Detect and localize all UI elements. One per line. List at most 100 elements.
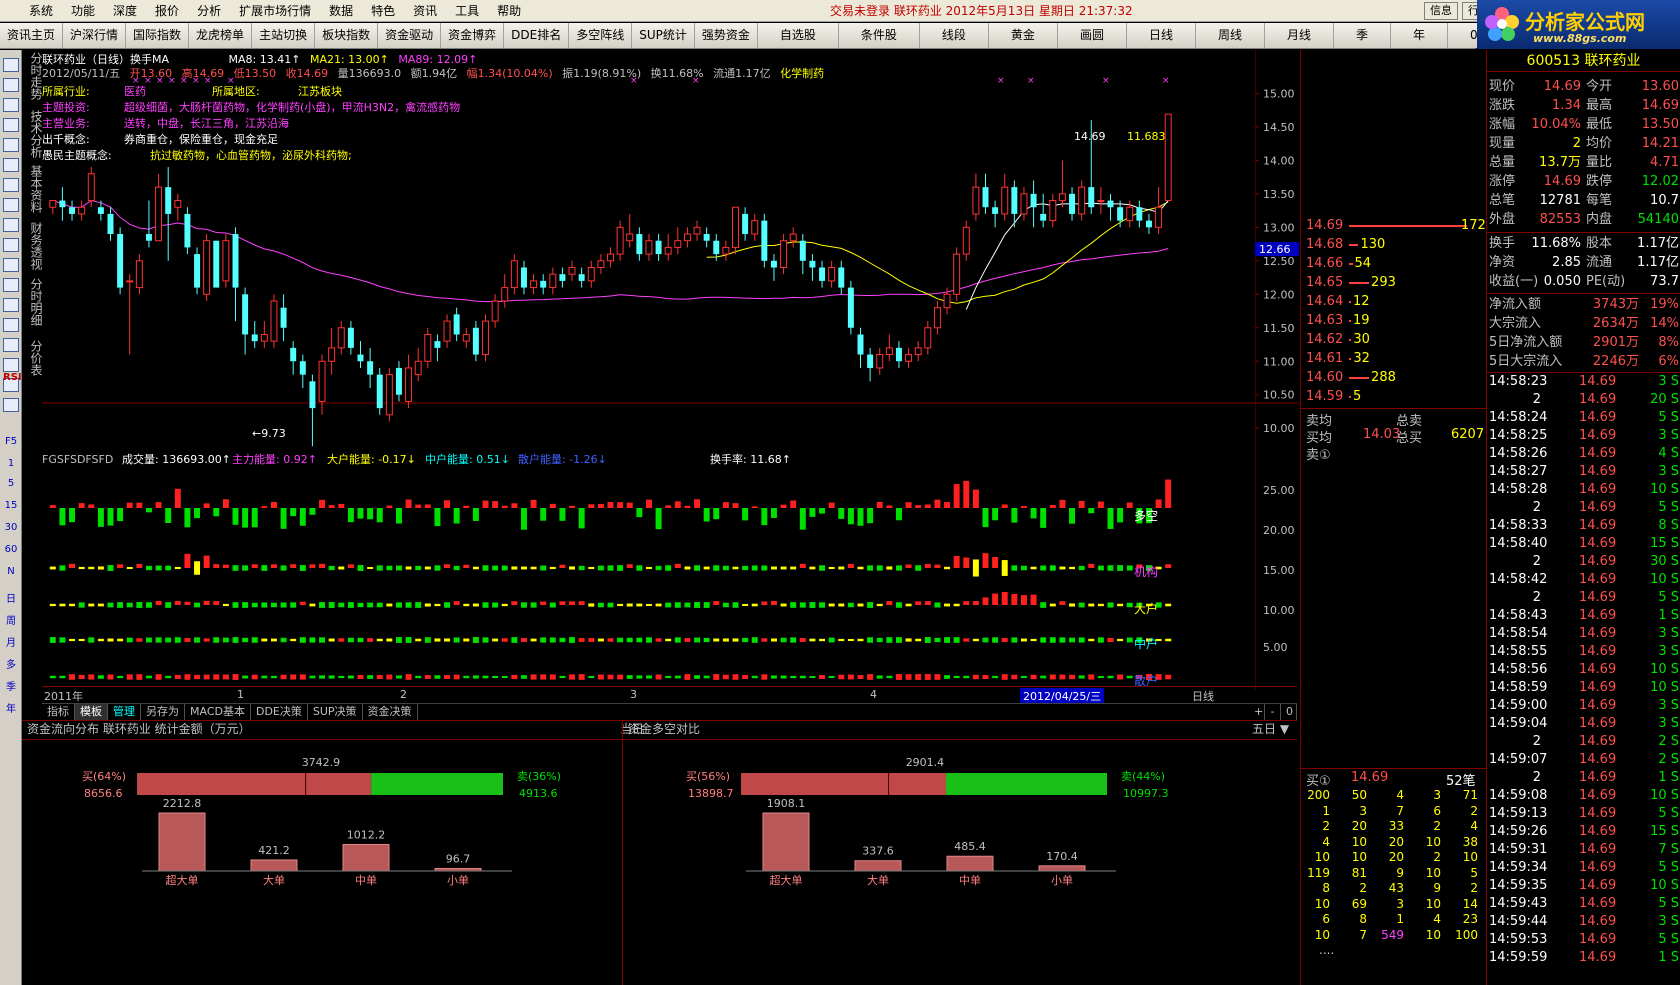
tool-label-8[interactable]: 日 bbox=[3, 590, 19, 605]
side-tab-2[interactable]: 基本资料 bbox=[22, 165, 43, 213]
tool-icon-6[interactable] bbox=[3, 178, 19, 192]
menu-item-1[interactable]: 功能 bbox=[62, 0, 104, 22]
tab-1[interactable]: 沪深行情 bbox=[63, 23, 127, 48]
tool-label-0[interactable]: RSI bbox=[3, 372, 22, 383]
tab-9[interactable]: 多空阵线 bbox=[569, 23, 633, 48]
tool-icon-0[interactable] bbox=[3, 58, 19, 72]
tool-icon-5[interactable] bbox=[3, 158, 19, 172]
tool-label-4[interactable]: 15 bbox=[3, 500, 19, 511]
tab-16[interactable]: 画圆 bbox=[1057, 23, 1127, 48]
tool-icon-1[interactable] bbox=[3, 78, 19, 92]
tab-21[interactable]: 年 bbox=[1391, 23, 1449, 48]
tool-label-12[interactable]: 季 bbox=[3, 678, 19, 693]
tab-14[interactable]: 线段 bbox=[919, 23, 989, 48]
tool-icon-15[interactable] bbox=[3, 358, 19, 372]
indicator-tab-0[interactable]: 指标 bbox=[42, 704, 75, 720]
tool-label-2[interactable]: 1 bbox=[3, 458, 19, 469]
duokong-bar bbox=[117, 508, 124, 522]
indicator-tab-6[interactable]: SUP决策 bbox=[308, 704, 363, 720]
tab-2[interactable]: 国际指数 bbox=[126, 23, 190, 48]
tab-11[interactable]: 强势资金 bbox=[694, 23, 758, 48]
tool-icon-3[interactable] bbox=[3, 118, 19, 132]
energy-bar bbox=[1069, 637, 1076, 643]
energy-bar bbox=[838, 603, 845, 607]
tab-17[interactable]: 日线 bbox=[1126, 23, 1196, 48]
tab-3[interactable]: 龙虎榜单 bbox=[189, 23, 253, 48]
tool-label-6[interactable]: 60 bbox=[3, 544, 19, 555]
tab-7[interactable]: 资金博弈 bbox=[441, 23, 505, 48]
duokong-bar bbox=[617, 502, 624, 508]
tool-icon-12[interactable] bbox=[3, 298, 19, 312]
info-button[interactable]: 信息 bbox=[1424, 2, 1458, 20]
tool-icon-10[interactable] bbox=[3, 258, 19, 272]
tick-list[interactable]: 14:58:23 14.69 3 S 2 14.69 20 S 14:58:24 14.69 5… bbox=[1487, 373, 1680, 967]
energy-bar bbox=[790, 566, 797, 570]
tool-icon-2[interactable] bbox=[3, 98, 19, 112]
tool-icon-4[interactable] bbox=[3, 138, 19, 152]
indicator-tab-3[interactable]: 另存为 bbox=[141, 704, 185, 720]
tab-6[interactable]: 资金驱动 bbox=[378, 23, 442, 48]
tool-icon-7[interactable] bbox=[3, 198, 19, 212]
side-tab-1[interactable]: 技术分析 bbox=[22, 110, 43, 158]
tool-label-5[interactable]: 30 bbox=[3, 522, 19, 533]
tool-label-1[interactable]: F5 bbox=[3, 436, 19, 447]
kline-chart-area[interactable]: × × × × × × × × × × × × × × 14.69 11.683 ←9.73 FGSFSDFSFD… bbox=[42, 50, 1297, 690]
zoom-button-1[interactable]: - bbox=[1265, 704, 1281, 720]
tab-15[interactable]: 黄金 bbox=[988, 23, 1058, 48]
tab-19[interactable]: 月线 bbox=[1264, 23, 1334, 48]
menu-item-9[interactable]: 工具 bbox=[446, 0, 488, 22]
energy-bar bbox=[49, 603, 56, 607]
tab-5[interactable]: 板块指数 bbox=[315, 23, 379, 48]
tab-0[interactable]: 资讯主页 bbox=[0, 23, 64, 48]
tab-13[interactable]: 条件股 bbox=[838, 23, 920, 48]
indicator-tab-5[interactable]: DDE决策 bbox=[251, 704, 308, 720]
tool-label-10[interactable]: 月 bbox=[3, 634, 19, 649]
tool-icon-17[interactable] bbox=[3, 398, 19, 412]
tab-8[interactable]: DDE排名 bbox=[504, 23, 570, 48]
menu-item-7[interactable]: 特色 bbox=[362, 0, 404, 22]
tool-icon-9[interactable] bbox=[3, 238, 19, 252]
tool-icon-8[interactable] bbox=[3, 218, 19, 232]
tab-12[interactable]: 自选股 bbox=[757, 23, 839, 48]
duokong-bar bbox=[1059, 499, 1066, 508]
menu-item-8[interactable]: 资讯 bbox=[404, 0, 446, 22]
flow-right-tag[interactable]: 五日 ▼ bbox=[1252, 721, 1289, 738]
quote-row: 收益(一) 0.050 PE(动) 73.7 bbox=[1487, 272, 1680, 291]
indicator-tab-4[interactable]: MACD基本 bbox=[185, 704, 251, 720]
indicator-tab-1[interactable]: 模板 bbox=[75, 704, 108, 720]
tool-label-7[interactable]: N bbox=[3, 566, 19, 577]
tab-18[interactable]: 周线 bbox=[1195, 23, 1265, 48]
zoom-button-0[interactable]: + bbox=[1249, 704, 1265, 720]
tool-label-13[interactable]: 年 bbox=[3, 700, 19, 715]
tick-volume: 10 S bbox=[1650, 572, 1679, 587]
zoom-button-2[interactable]: 0 bbox=[1281, 704, 1297, 720]
menu-item-4[interactable]: 分析 bbox=[188, 0, 230, 22]
indicator-tab-7[interactable]: 资金决策 bbox=[363, 704, 418, 720]
tick-price: 14.69 bbox=[1579, 770, 1617, 785]
tool-icon-11[interactable] bbox=[3, 278, 19, 292]
side-tab-3[interactable]: 财务透视 bbox=[22, 222, 43, 270]
menu-item-3[interactable]: 报价 bbox=[146, 0, 188, 22]
tab-10[interactable]: SUP统计 bbox=[632, 23, 695, 48]
side-tab-0[interactable]: 分时走势 bbox=[22, 52, 43, 100]
side-tab-5[interactable]: 分价表 bbox=[22, 340, 43, 376]
tool-icon-14[interactable] bbox=[3, 338, 19, 352]
axis-period[interactable]: 日线 bbox=[1192, 688, 1214, 704]
book-more[interactable]: .... bbox=[1319, 943, 1334, 957]
tab-4[interactable]: 主站切换 bbox=[252, 23, 316, 48]
book-queue-cell: 9 bbox=[1433, 881, 1441, 895]
menu-item-6[interactable]: 数据 bbox=[320, 0, 362, 22]
menu-item-10[interactable]: 帮助 bbox=[488, 0, 530, 22]
menu-item-0[interactable]: 系统 bbox=[20, 0, 62, 22]
tool-icon-13[interactable] bbox=[3, 318, 19, 332]
tool-label-9[interactable]: 周 bbox=[3, 612, 19, 627]
fund-key: 所属行业: bbox=[42, 85, 90, 98]
menu-item-2[interactable]: 深度 bbox=[104, 0, 146, 22]
tool-label-3[interactable]: 5 bbox=[3, 478, 19, 489]
tab-20[interactable]: 季 bbox=[1334, 23, 1392, 48]
side-tab-4[interactable]: 分时明细 bbox=[22, 278, 43, 326]
energy-bar bbox=[1059, 601, 1066, 605]
tool-label-11[interactable]: 多 bbox=[3, 656, 19, 671]
menu-item-5[interactable]: 扩展市场行情 bbox=[230, 0, 320, 22]
indicator-tab-2[interactable]: 管理 bbox=[108, 704, 141, 720]
